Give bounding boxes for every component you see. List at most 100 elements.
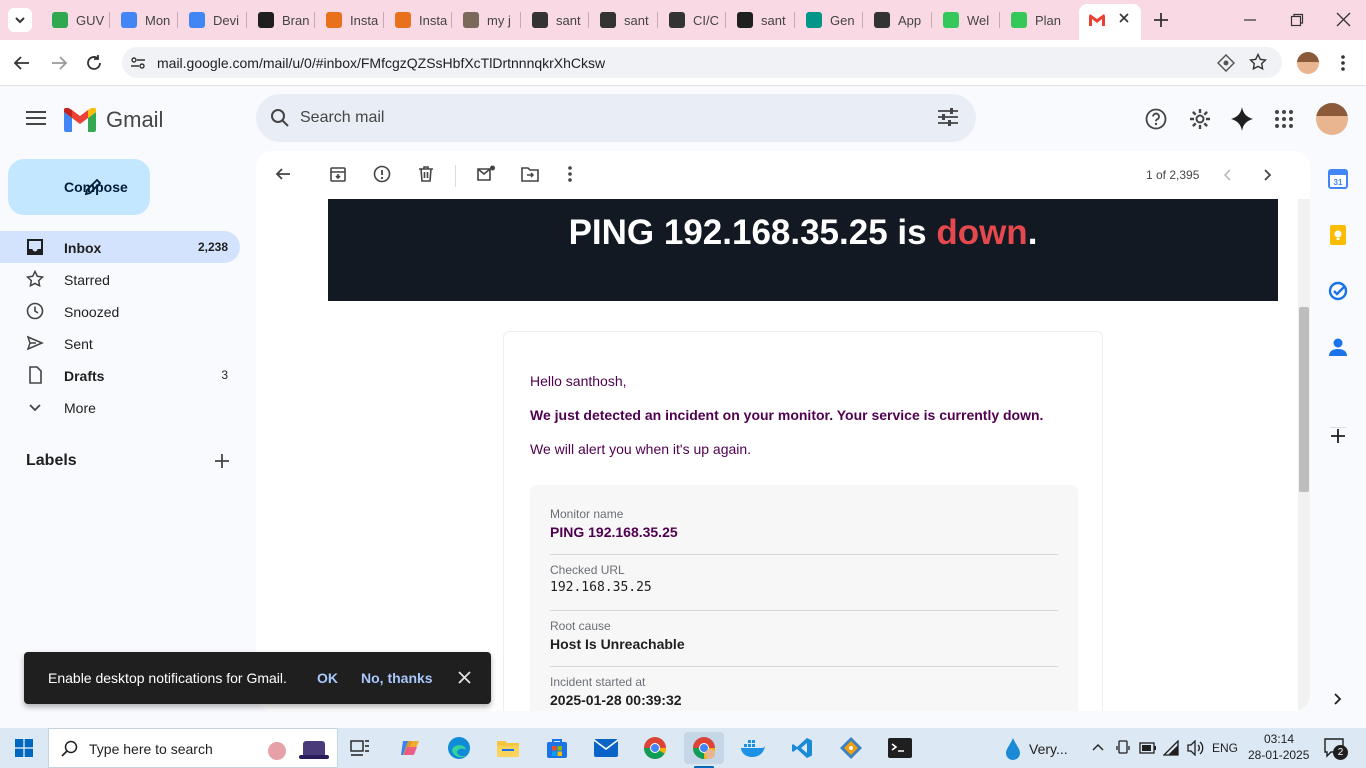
tab-5[interactable]: Insta xyxy=(385,6,448,34)
git-tool-icon[interactable] xyxy=(831,732,871,764)
sidebar-item-starred[interactable]: Starred xyxy=(0,263,240,295)
keep-icon[interactable] xyxy=(1328,225,1348,245)
volume-icon[interactable] xyxy=(1187,740,1205,756)
tab-label: App xyxy=(898,12,922,28)
edge-browser-icon[interactable] xyxy=(439,732,479,764)
chrome-icon[interactable] xyxy=(635,732,675,764)
sidebar-item-sent[interactable]: Sent xyxy=(0,327,240,359)
report-spam-icon[interactable] xyxy=(373,165,391,183)
battery-icon[interactable] xyxy=(1139,742,1157,754)
tab-6[interactable]: my j xyxy=(453,6,516,34)
sidebar-item-inbox[interactable]: Inbox 2,238 xyxy=(0,231,240,263)
aws-icon xyxy=(395,12,411,28)
tab-13[interactable]: Wel xyxy=(933,6,996,34)
meet-now-icon[interactable] xyxy=(1116,740,1130,756)
delete-trash-icon[interactable] xyxy=(417,165,435,183)
docker-icon[interactable] xyxy=(733,732,773,764)
tab-10[interactable]: sant xyxy=(727,6,790,34)
sidebar-item-more[interactable]: More xyxy=(0,391,240,423)
calendar-icon[interactable]: 31 xyxy=(1328,169,1348,189)
tab-12[interactable]: App xyxy=(864,6,927,34)
copilot-icon[interactable] xyxy=(390,732,430,764)
tab-separator xyxy=(314,12,315,28)
taskbar-search-input[interactable]: Type here to search xyxy=(89,741,213,757)
taskbar-search-box[interactable]: Type here to search xyxy=(48,728,338,768)
weather-icon[interactable] xyxy=(1004,737,1022,761)
new-tab-icon[interactable] xyxy=(1152,11,1170,29)
search-bar[interactable]: Search mail xyxy=(256,94,976,142)
tab-14[interactable]: Plan xyxy=(1001,6,1064,34)
tab-7[interactable]: sant xyxy=(522,6,585,34)
add-label-icon[interactable] xyxy=(214,453,230,469)
greeting-text: Hello santhosh, xyxy=(530,373,627,389)
address-bar[interactable]: mail.google.com/mail/u/0/#inbox/FMfcgzQZ… xyxy=(122,47,1282,78)
apps-grid-icon[interactable] xyxy=(1275,110,1293,128)
reload-icon[interactable] xyxy=(85,54,103,72)
account-avatar[interactable] xyxy=(1316,103,1348,135)
tab-3[interactable]: Bran xyxy=(248,6,311,34)
site-settings-icon[interactable] xyxy=(130,55,146,71)
tab-2[interactable]: Devi xyxy=(179,6,242,34)
gemini-sparkle-icon[interactable] xyxy=(1231,107,1253,131)
snackbar-no-thanks-button[interactable]: No, thanks xyxy=(361,670,433,686)
back-icon[interactable] xyxy=(13,54,31,72)
tab-1[interactable]: Mon xyxy=(111,6,174,34)
window-close-icon[interactable] xyxy=(1336,12,1351,27)
clock-date[interactable]: 28-01-2025 xyxy=(1248,748,1309,762)
openai-icon xyxy=(669,12,685,28)
move-to-icon[interactable] xyxy=(521,165,539,183)
search-highlight-icon xyxy=(263,733,333,765)
weather-text[interactable]: Very... xyxy=(1029,741,1068,757)
wifi-icon[interactable] xyxy=(1163,740,1181,756)
search-input[interactable]: Search mail xyxy=(300,109,384,127)
tab-close-icon[interactable] xyxy=(1119,13,1129,23)
tab-11[interactable]: Gen xyxy=(796,6,859,34)
minimize-icon[interactable] xyxy=(1243,13,1257,27)
mail-app-icon[interactable] xyxy=(586,732,626,764)
tab-gmail-active[interactable] xyxy=(1079,4,1141,40)
tray-chevron-up-icon[interactable] xyxy=(1092,742,1104,752)
snackbar-close-icon[interactable] xyxy=(458,671,471,684)
clock-time[interactable]: 03:14 xyxy=(1264,732,1294,746)
tab-4[interactable]: Insta xyxy=(316,6,379,34)
vscode-icon[interactable] xyxy=(782,732,822,764)
scrollbar-thumb[interactable] xyxy=(1299,307,1309,492)
sidebar-item-drafts[interactable]: Drafts 3 xyxy=(0,359,240,391)
task-view-icon[interactable] xyxy=(340,732,380,764)
tab-0[interactable]: GUV xyxy=(42,6,105,34)
add-addon-icon[interactable] xyxy=(1330,428,1346,444)
sidebar-item-snoozed[interactable]: Snoozed xyxy=(0,295,240,327)
settings-gear-icon[interactable] xyxy=(1189,108,1211,130)
windows-start-icon[interactable] xyxy=(15,739,33,757)
support-icon[interactable] xyxy=(1145,108,1167,130)
profile-avatar[interactable] xyxy=(1297,52,1319,74)
older-chevron-right-icon[interactable] xyxy=(1261,168,1273,182)
microsoft-store-icon[interactable] xyxy=(537,732,577,764)
tasks-icon[interactable] xyxy=(1328,281,1348,301)
restore-icon[interactable] xyxy=(1290,13,1304,27)
tab-search-button[interactable] xyxy=(8,8,32,32)
tab-8[interactable]: sant xyxy=(590,6,653,34)
main-menu-icon[interactable] xyxy=(26,110,46,126)
language-indicator[interactable]: ENG xyxy=(1212,741,1238,755)
newer-chevron-left-icon[interactable] xyxy=(1222,168,1234,182)
browser-menu-icon[interactable] xyxy=(1340,54,1346,72)
search-icon[interactable] xyxy=(270,108,290,128)
contacts-icon[interactable] xyxy=(1329,337,1347,357)
mark-unread-icon[interactable] xyxy=(477,165,495,183)
search-options-icon[interactable] xyxy=(938,108,958,126)
expand-panel-chevron-icon[interactable] xyxy=(1333,692,1343,706)
tab-9[interactable]: CI/C xyxy=(659,6,722,34)
terminal-icon[interactable] xyxy=(880,732,920,764)
lens-icon[interactable] xyxy=(1217,54,1235,72)
gmail-logo[interactable]: Gmail xyxy=(64,107,163,133)
bookmark-star-icon[interactable] xyxy=(1249,53,1267,71)
snackbar-ok-button[interactable]: OK xyxy=(317,670,338,686)
more-options-icon[interactable] xyxy=(567,165,573,183)
back-to-inbox-icon[interactable] xyxy=(274,165,292,183)
compose-button[interactable]: Compose xyxy=(8,159,150,215)
forward-icon[interactable] xyxy=(50,54,68,72)
archive-icon[interactable] xyxy=(329,165,347,183)
file-explorer-icon[interactable] xyxy=(488,732,528,764)
chrome-active-icon[interactable] xyxy=(684,732,724,768)
